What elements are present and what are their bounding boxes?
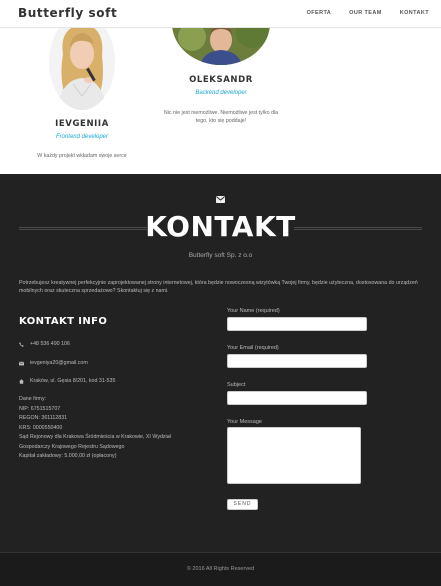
phone-icon <box>19 341 24 347</box>
nav-link-oferta[interactable]: OFERTA <box>307 10 332 16</box>
address-row: Kraków, ul. Gęsia 8/201, kod 31-535 <box>19 378 115 384</box>
member-photo-ievgeniia <box>49 28 115 110</box>
subject-field[interactable] <box>227 391 367 405</box>
top-navbar: Butterfly soft OFERTA OUR TEAM KONTAKT <box>0 0 441 28</box>
company-court-line1: Sąd Rejonowy dla Krakowa Śródmieścia w K… <box>19 434 171 441</box>
member-quote: W każdy projekt wkładam swoje serce <box>37 153 127 159</box>
company-heading: Dane firmy: <box>19 396 47 402</box>
member-photo-oleksandr <box>172 28 270 65</box>
company-regon: REGON: 361112831 <box>19 415 68 422</box>
email-field[interactable] <box>227 354 367 368</box>
woman-portrait-icon <box>49 28 115 110</box>
brand-logo[interactable]: Butterfly soft <box>18 6 117 20</box>
company-krs: KRS: 0000550400 <box>19 424 63 431</box>
member-name: IEVGENIIA <box>55 119 109 129</box>
nav-link-kontakt[interactable]: KONTAKT <box>400 10 429 16</box>
street-address: Kraków, ul. Gęsia 8/201, kod 31-535 <box>30 378 116 384</box>
member-quote: Nic nie jest niemożliwe. Niemożliwe jest… <box>163 110 279 124</box>
footer: © 2016 All Rights Reserved <box>0 552 441 586</box>
company-court-line2: Gospodarczy Krajowego Rejestru Sądowego <box>19 443 125 450</box>
main-nav: OFERTA OUR TEAM KONTAKT <box>307 10 429 16</box>
contact-section: KONTAKT Butterfly soft Sp. z o.o Potrzeb… <box>0 174 441 552</box>
team-section: IEVGENIIA Frontend developer W każdy pro… <box>0 28 441 174</box>
email-address[interactable]: ievgeniya20@gmail.com <box>30 360 88 366</box>
member-name: OLEKSANDR <box>189 75 253 85</box>
name-label: Your Name (required) <box>227 308 280 314</box>
email-row: ievgeniya20@gmail.com <box>19 360 88 366</box>
company-subtitle: Butterfly soft Sp. z o.o <box>188 252 253 259</box>
message-label: Your Message <box>227 419 262 425</box>
phone-number[interactable]: +48 536 490 106 <box>30 341 70 347</box>
email-label: Your Email (required) <box>227 345 279 351</box>
title-divider-right <box>294 227 422 230</box>
send-button[interactable]: SEND <box>227 499 258 510</box>
man-portrait-icon <box>172 28 270 65</box>
company-nip: NIP: 6751515707 <box>19 405 61 412</box>
company-details: Dane firmy: NIP: 6751515707 REGON: 36111… <box>19 395 171 462</box>
contact-info-heading: KONTAKT INFO <box>19 316 108 327</box>
intro-text: Potrzebujesz kreatywnej perfekcyjnie zap… <box>19 280 418 295</box>
envelope-icon <box>216 196 225 203</box>
copyright-text: © 2016 All Rights Reserved <box>186 566 255 572</box>
phone-row: +48 536 490 106 <box>19 341 70 347</box>
envelope-small-icon <box>19 361 24 365</box>
name-field[interactable] <box>227 317 367 331</box>
member-role: Frontend developer <box>55 134 109 140</box>
section-title: KONTAKT <box>145 210 296 243</box>
nav-link-our-team[interactable]: OUR TEAM <box>349 10 382 16</box>
message-textarea[interactable] <box>227 427 361 484</box>
company-capital: Kapitał zakładowy: 5.000,00 zł (opłacony… <box>19 453 117 460</box>
home-icon <box>19 378 24 384</box>
subject-label: Subject <box>227 382 246 388</box>
member-role: Backend developer <box>195 90 247 96</box>
